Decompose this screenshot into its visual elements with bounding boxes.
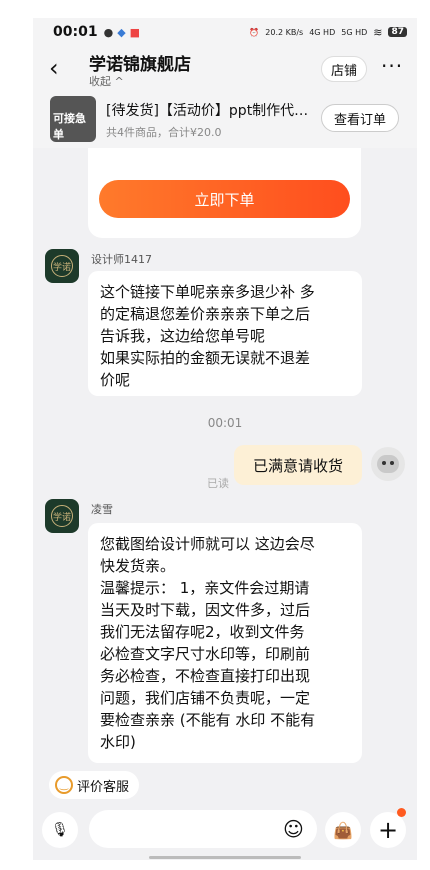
back-arrow-icon[interactable]: ‹ (49, 54, 59, 82)
shopping-bag-icon: 👜 (333, 820, 353, 840)
notification-dot (397, 808, 406, 817)
chat-header: ‹ 学诺锦旗舰店 收起 ^ 店铺 ··· (33, 46, 417, 90)
collapse-toggle[interactable]: 收起 ^ (89, 73, 124, 89)
sender-name: 设计师1417 (91, 253, 152, 266)
message-line: 的定稿退您差价亲亲亲下单之后 (100, 305, 311, 323)
message-line: 我们无法留存呢2，收到文件务 (100, 623, 305, 641)
place-order-button[interactable]: 立即下单 (99, 180, 350, 218)
app-icon: ◆ (117, 25, 126, 39)
sender-name: 凌雪 (91, 503, 113, 516)
emoji-icon[interactable]: ☺ (283, 817, 304, 841)
alarm-icon: ⏰ (249, 27, 260, 37)
message-line: 价呢 (100, 371, 131, 389)
message-line: 如果实际拍的金额无误就不退差 (100, 349, 311, 367)
seller-avatar[interactable]: 学诺 (45, 499, 79, 533)
message-line: 问题，我们店铺不负责呢，一定 (100, 689, 311, 707)
chat-bubble-icon: ● (103, 25, 114, 39)
voice-input-button[interactable]: 🎙 (42, 812, 78, 848)
status-time: 00:01 (53, 24, 98, 40)
message-line: 您截图给设计师就可以 这边会尽 (100, 535, 315, 553)
status-bar: 00:01 ● ◆ ■ ⏰ 20.2 KB/s 4G HD 5G HD ≋ 87 (33, 18, 417, 46)
message-line: 快发货亲。 (100, 557, 176, 575)
thumbnail-label: 可接急单 (53, 112, 86, 141)
message-bubble[interactable]: 这个链接下单呢亲亲多退少补 多 的定稿退您差价亲亲亲下单之后 告诉我，这边给您单… (88, 271, 362, 396)
plus-icon: + (377, 816, 399, 844)
wifi-icon: ≋ (373, 25, 383, 39)
network-speed: 20.2 KB/s (265, 27, 304, 37)
rate-service-button[interactable]: ‿ 评价客服 (49, 771, 140, 799)
read-receipt: 已读 (207, 477, 229, 490)
microphone-icon: 🎙 (51, 822, 69, 838)
message-line: 水印) (100, 733, 136, 751)
order-summary-bar[interactable]: 可接急单 [待发货]【活动价】ppt制作代… 共4件商品，合计¥20.0 查看订… (33, 90, 417, 148)
rate-service-label: 评价客服 (77, 779, 130, 795)
chat-screen: 00:01 ● ◆ ■ ⏰ 20.2 KB/s 4G HD 5G HD ≋ 87… (33, 18, 417, 860)
my-message-bubble[interactable]: 已满意请收货 (234, 445, 362, 485)
more-actions-button[interactable]: + (370, 812, 406, 848)
signal-4g: 4G HD (309, 27, 336, 37)
store-logo-icon: 学诺 (51, 505, 73, 527)
mail-icon: ■ (129, 25, 141, 39)
product-thumbnail: 可接急单 (50, 96, 96, 142)
message-bubble[interactable]: 您截图给设计师就可以 这边会尽 快发货亲。 温馨提示： 1，亲文件会过期请 当天… (88, 523, 362, 763)
signal-5g: 5G HD (341, 27, 368, 37)
smile-icon: ‿ (55, 776, 73, 794)
seller-avatar[interactable]: 学诺 (45, 249, 79, 283)
message-line: 必检查文字尺寸水印等，印刷前 (100, 645, 311, 663)
order-title: [待发货]【活动价】ppt制作代… (106, 103, 309, 119)
battery-indicator: 87 (388, 27, 407, 37)
robot-avatar-icon (377, 455, 399, 473)
order-summary: 共4件商品，合计¥20.0 (106, 126, 222, 139)
message-line: 当天及时下载，因文件多，过后 (100, 601, 311, 619)
input-bar: 🎙 ☺ 👜 + (33, 808, 417, 852)
message-line: 要检查亲亲 (不能有 水印 不能有 (100, 711, 316, 729)
home-indicator[interactable] (149, 856, 301, 859)
store-title: 学诺锦旗舰店 (89, 55, 191, 75)
message-line: 告诉我，这边给您单号呢 (100, 327, 266, 345)
message-line: 温馨提示： 1，亲文件会过期请 (100, 579, 310, 597)
message-timestamp: 00:01 (207, 416, 243, 430)
view-order-button[interactable]: 查看订单 (321, 104, 399, 132)
shopping-bag-button[interactable]: 👜 (325, 812, 361, 848)
shop-button[interactable]: 店铺 (321, 56, 367, 82)
message-line: 这个链接下单呢亲亲多退少补 多 (100, 283, 315, 301)
user-avatar[interactable] (371, 447, 405, 481)
more-options-icon[interactable]: ··· (381, 54, 403, 78)
store-logo-icon: 学诺 (51, 255, 73, 277)
message-line: 务必检查，不检查直接打印出现 (100, 667, 311, 685)
